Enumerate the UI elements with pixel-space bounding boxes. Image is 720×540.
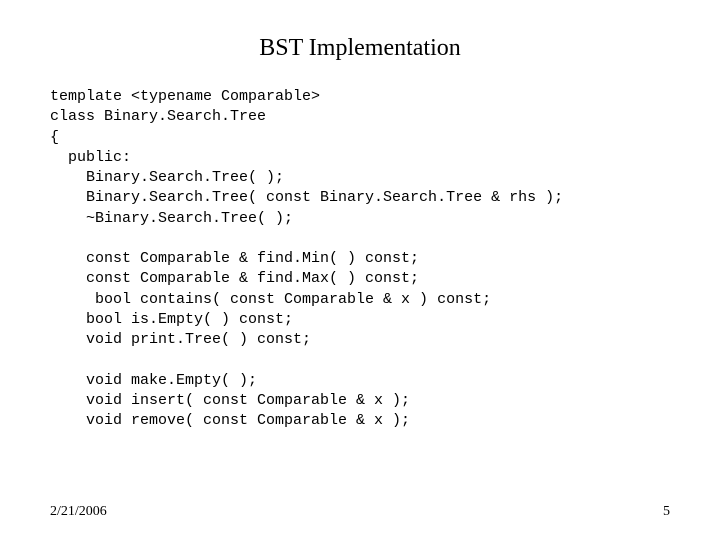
- footer-page-number: 5: [663, 504, 670, 520]
- footer: 2/21/2006 5: [50, 504, 670, 520]
- code-block: template <typename Comparable> class Bin…: [50, 87, 670, 431]
- footer-date: 2/21/2006: [50, 504, 107, 520]
- page-title: BST Implementation: [50, 35, 670, 62]
